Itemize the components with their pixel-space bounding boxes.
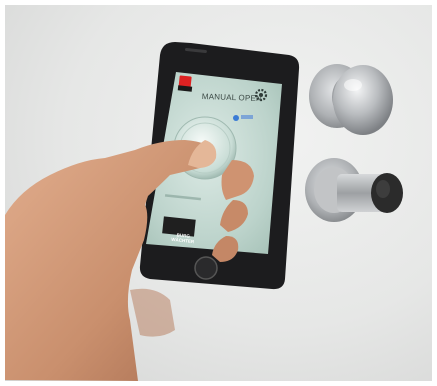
photo-scene: MANUAL OPEN BURG WÄCHTER <box>5 5 432 381</box>
home-button <box>194 256 218 280</box>
scene-illustration <box>5 42 403 381</box>
status-dot-icon <box>233 115 239 121</box>
door-knob <box>309 64 393 135</box>
lock-cylinder <box>305 158 403 222</box>
